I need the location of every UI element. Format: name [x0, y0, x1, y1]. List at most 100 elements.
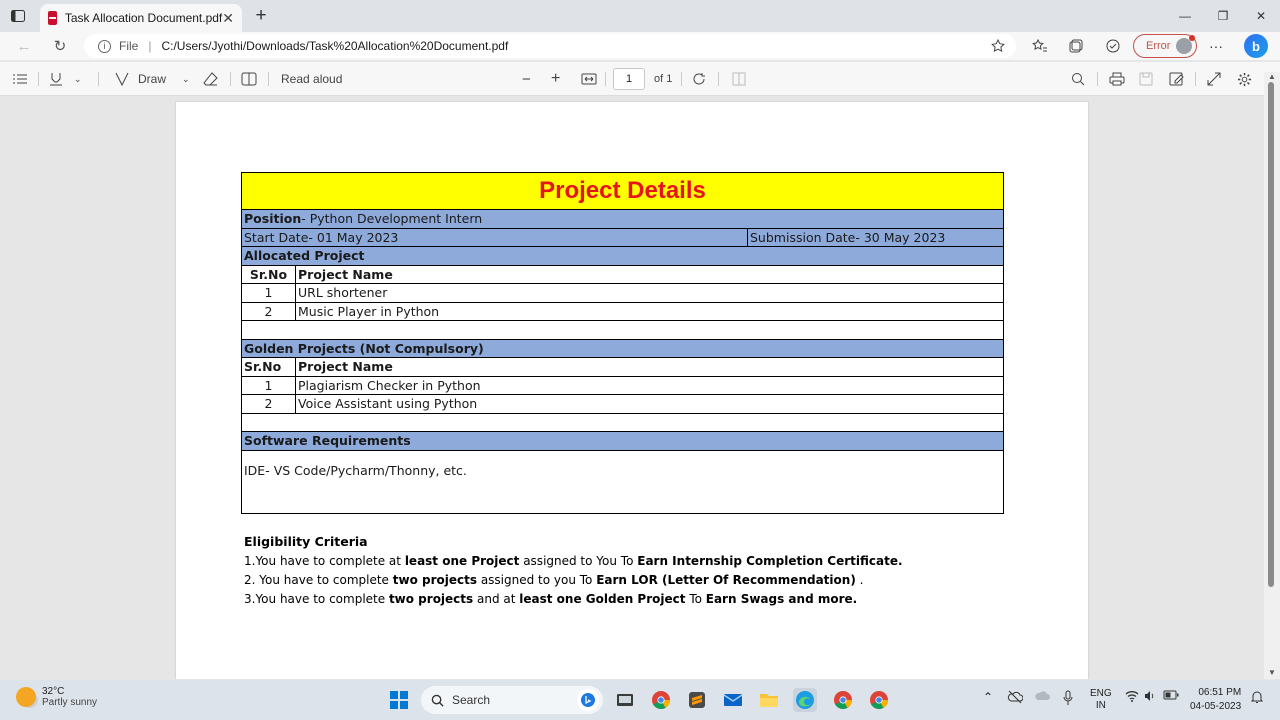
show-hidden-icons-icon[interactable]: ⌃: [983, 690, 993, 704]
toolbar-divider: [98, 72, 99, 86]
immersive-reader-icon[interactable]: [241, 71, 257, 87]
taskbar-search[interactable]: Search: [421, 686, 603, 714]
pdf-viewer[interactable]: Project Details Position- Python Develop…: [0, 97, 1264, 679]
vertical-scrollbar[interactable]: ▲ ▼: [1264, 72, 1280, 679]
rotate-icon[interactable]: [692, 71, 708, 87]
contents-icon[interactable]: [12, 71, 28, 87]
read-aloud-label: Read aloud: [281, 72, 343, 86]
system-clock[interactable]: 06:51 PM 04-05-2023: [1190, 686, 1241, 714]
highlight-icon[interactable]: ⌄: [48, 71, 82, 87]
volume-icon[interactable]: [1144, 690, 1156, 705]
language-indicator[interactable]: ENG IN: [1090, 688, 1112, 712]
profile-error-button[interactable]: Error: [1133, 34, 1197, 58]
sublime-text-icon[interactable]: [685, 688, 709, 712]
refresh-button[interactable]: ↻: [50, 36, 70, 56]
file-explorer-dark-icon[interactable]: [613, 688, 637, 712]
collections-icon[interactable]: [1068, 38, 1086, 54]
info-icon[interactable]: i: [98, 39, 111, 53]
chrome-icon[interactable]: [831, 688, 855, 712]
col-sr-header: Sr.No: [242, 265, 296, 283]
read-aloud-button[interactable]: Read aloud: [281, 71, 342, 87]
microphone-icon[interactable]: [1063, 690, 1073, 709]
criteria-line-2: 2. You have to complete two projects ass…: [244, 573, 903, 592]
add-favorite-icon[interactable]: [990, 38, 1006, 54]
text: 1.You have to complete at: [244, 554, 405, 568]
sr-cell: 1: [242, 284, 296, 302]
text: 3.You have to complete: [244, 592, 389, 606]
document-title: Project Details: [539, 177, 706, 204]
start-button[interactable]: [387, 688, 411, 712]
col-name-header: Project Name: [298, 266, 393, 282]
scroll-down-icon[interactable]: ▼: [1268, 668, 1276, 677]
save-as-icon[interactable]: [1169, 71, 1185, 87]
scroll-up-icon[interactable]: ▲: [1268, 72, 1276, 81]
chevron-down-icon[interactable]: ⌄: [74, 74, 82, 85]
print-icon[interactable]: [1109, 71, 1125, 87]
search-icon[interactable]: [1071, 71, 1085, 87]
project-name-cell: Plagiarism Checker in Python: [298, 377, 481, 393]
start-date: Start Date- 01 May 2023: [242, 228, 748, 246]
table-title-row: Project Details: [242, 173, 1003, 210]
notification-icon[interactable]: [1250, 690, 1264, 707]
text-bold: least one Golden Project: [519, 592, 686, 606]
partly-sunny-icon: [16, 687, 36, 707]
browser-essentials-icon[interactable]: [1104, 38, 1122, 54]
table-row: 2 Music Player in Python: [242, 302, 1003, 321]
eraser-icon[interactable]: [203, 71, 219, 87]
chevron-down-icon[interactable]: ⌄: [182, 74, 190, 85]
windows-icon: [390, 691, 408, 709]
navigation-bar: ← ↻ i File | C:/Users/Jyothi/Downloads/T…: [0, 32, 1280, 60]
text: assigned to You To: [519, 554, 638, 568]
restore-button[interactable]: ❐: [1204, 0, 1242, 32]
submission-date: Submission Date- 30 May 2023: [750, 229, 946, 245]
favorites-icon[interactable]: [1031, 38, 1049, 54]
toolbar-divider: [681, 72, 682, 86]
minimize-button[interactable]: —: [1166, 0, 1204, 32]
bing-search-icon[interactable]: [577, 689, 599, 711]
spacer-row: [242, 321, 1003, 340]
fit-page-icon[interactable]: [581, 71, 597, 87]
wifi-icon[interactable]: [1125, 690, 1139, 705]
page-view-icon[interactable]: [731, 71, 747, 87]
close-window-button[interactable]: ✕: [1242, 0, 1280, 32]
toolbar-divider: [1097, 72, 1098, 86]
back-button[interactable]: ←: [14, 36, 34, 56]
scrollbar-thumb[interactable]: [1268, 82, 1274, 587]
bing-chat-button[interactable]: b: [1244, 34, 1268, 58]
draw-button[interactable]: Draw ⌄: [114, 71, 190, 87]
battery-icon[interactable]: [1163, 690, 1179, 703]
address-url[interactable]: C:/Users/Jyothi/Downloads/Task%20Allocat…: [161, 39, 508, 53]
software-body-row: IDE- VS Code/Pycharm/Thonny, etc.: [242, 451, 1003, 513]
weather-widget[interactable]: 32°C Partly sunny: [16, 686, 97, 708]
project-name-cell: Music Player in Python: [298, 303, 440, 319]
criteria-line-3: 3.You have to complete two projects and …: [244, 592, 903, 611]
table-row: 1 Plagiarism Checker in Python: [242, 376, 1003, 395]
file-explorer-icon[interactable]: [757, 688, 781, 712]
mail-icon[interactable]: [721, 688, 745, 712]
tab-title: Task Allocation Document.pdf: [64, 11, 223, 25]
address-bar[interactable]: i File | C:/Users/Jyothi/Downloads/Task%…: [84, 34, 1016, 58]
chrome-icon[interactable]: [867, 688, 891, 712]
save-icon[interactable]: [1139, 71, 1153, 87]
fullscreen-icon[interactable]: [1207, 71, 1221, 87]
pdf-toolbar: ⌄ Draw ⌄ Read aloud − + 1 of 1: [0, 62, 1280, 96]
close-tab-icon[interactable]: ✕: [222, 10, 234, 26]
draw-label: Draw: [138, 72, 167, 86]
zoom-out-icon[interactable]: −: [522, 71, 531, 88]
onedrive-off-icon[interactable]: [1007, 690, 1024, 707]
text-bold: Earn Internship Completion Certificate.: [637, 554, 903, 568]
cloud-icon[interactable]: [1034, 690, 1050, 705]
position-value: - Python Development Intern: [301, 211, 483, 227]
new-tab-button[interactable]: +: [252, 5, 270, 26]
pdf-icon: [48, 11, 57, 25]
settings-gear-icon[interactable]: [1237, 71, 1252, 87]
zoom-in-icon[interactable]: +: [551, 70, 560, 87]
edge-icon[interactable]: [793, 688, 817, 712]
table-row: 1 URL shortener: [242, 284, 1003, 303]
tab-actions-icon[interactable]: [10, 8, 26, 24]
more-menu-icon[interactable]: ···: [1207, 38, 1225, 54]
chrome-icon[interactable]: [649, 688, 673, 712]
page-number-input[interactable]: 1: [613, 68, 645, 90]
tab-active[interactable]: Task Allocation Document.pdf ✕: [40, 4, 242, 32]
bing-label: b: [1252, 38, 1260, 54]
